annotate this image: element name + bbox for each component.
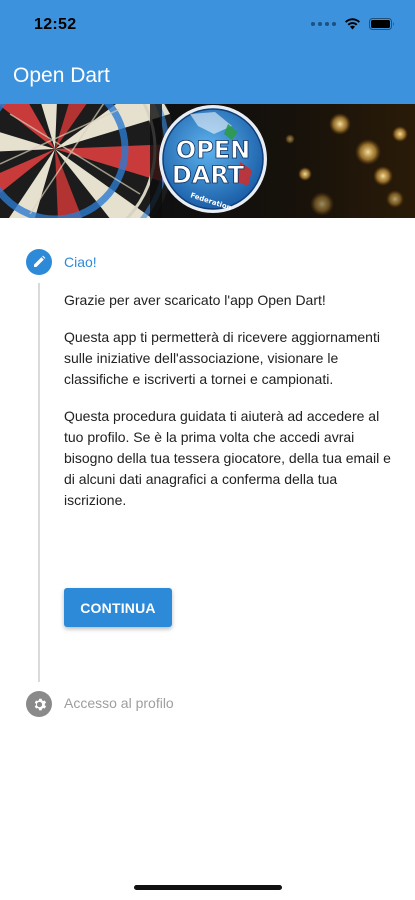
continue-button[interactable]: CONTINUA [64,588,172,627]
step-1-pencil-icon [26,249,52,275]
dartboard-illustration [0,104,175,218]
logo-text-open: OPEN [176,136,250,164]
banner-image: OPEN DART Federation [0,104,415,218]
instructions-paragraph: Questa procedura guidata ti aiuterà ad a… [64,408,391,508]
home-indicator[interactable] [134,885,282,890]
step-2-gear-icon [26,691,52,717]
welcome-paragraph: Grazie per aver scaricato l'app Open Dar… [64,292,326,308]
battery-icon [369,18,394,30]
signal-dots-icon [311,22,336,26]
description-paragraph: Questa app ti permetterà di ricevere agg… [64,329,380,387]
status-time: 12:52 [34,16,77,33]
step-1-content: Grazie per aver scaricato l'app Open Dar… [64,290,396,527]
app-bar: Open Dart [0,52,415,104]
stepper-connector-line [38,283,40,682]
step-2-title[interactable]: Accesso al profilo [64,695,174,711]
status-bar: 12:52 [0,0,415,52]
logo-text-dart: DART [172,161,245,189]
open-dart-logo: OPEN DART Federation [159,105,267,213]
status-icons [311,18,395,30]
step-1-title: Ciao! [64,254,97,270]
app-title: Open Dart [13,64,110,87]
header-banner: OPEN DART Federation [0,104,415,218]
wifi-icon [345,18,360,30]
